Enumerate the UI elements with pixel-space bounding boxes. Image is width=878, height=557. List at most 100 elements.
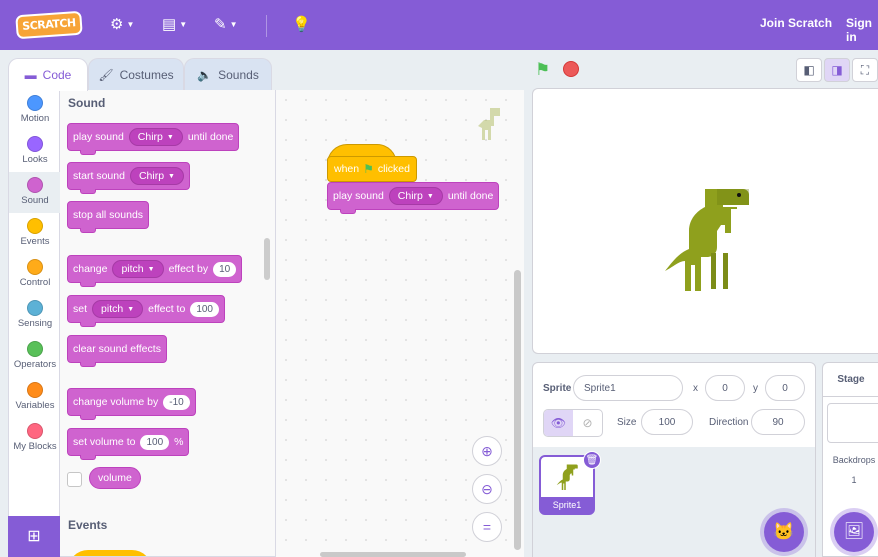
zoom-reset-button[interactable]: = (472, 512, 502, 542)
stage[interactable] (532, 88, 878, 354)
category-operators[interactable]: Operators (9, 336, 61, 377)
motion-dot-icon (27, 95, 43, 111)
hide-sprite-eye-icon[interactable]: ⊘ (573, 410, 602, 436)
looks-dot-icon (27, 136, 43, 152)
block-play-sound-until-done[interactable]: play sound Chirp ▼ until done (67, 123, 240, 155)
category-variables[interactable]: Variables (9, 377, 61, 418)
y-input[interactable]: 0 (765, 375, 805, 401)
effect-dropdown[interactable]: pitch ▼ (112, 260, 164, 278)
category-sensing[interactable]: Sensing (9, 295, 61, 336)
dinosaur-sprite[interactable] (665, 183, 755, 295)
block-text: change (73, 263, 108, 275)
stop-button[interactable] (563, 61, 579, 77)
category-events[interactable]: Events (9, 213, 61, 254)
sensing-dot-icon (27, 300, 43, 316)
sound-dropdown[interactable]: Chirp ▼ (129, 167, 184, 185)
direction-label: Direction (709, 417, 749, 428)
block-notch (80, 150, 96, 155)
menu-bar: SCRATCH ⚙ ▼ ▤ ▼ ✎ ▼ 💡 Join Scratch Sign in (0, 0, 878, 50)
delete-sprite-button[interactable]: 🗑 (583, 451, 601, 469)
category-looks[interactable]: Looks (9, 131, 61, 172)
direction-input[interactable]: 90 (751, 409, 805, 435)
extension-icon: ⊞ (27, 528, 41, 545)
script-area[interactable]: when ⚑ clicked play sound Chirp ▼ until d… (276, 90, 524, 557)
number-input[interactable]: 100 (190, 301, 219, 317)
tab-costumes[interactable]: 🖌 Costumes (88, 58, 184, 90)
category-control[interactable]: Control (9, 254, 61, 295)
block-set-effect-to[interactable]: set pitch ▼ effect to 100 (67, 295, 225, 327)
palette-scrollbar[interactable] (264, 238, 270, 280)
menu-divider (266, 15, 267, 37)
file-menu[interactable]: ▤ ▼ (162, 15, 187, 35)
backdrops-count: 1 (851, 475, 857, 485)
visibility-toggle: 👁 ⊘ (543, 409, 603, 437)
zoom-out-button[interactable]: ⊖ (472, 474, 502, 504)
block-start-sound[interactable]: start sound Chirp ▼ (67, 162, 190, 194)
join-scratch-link[interactable]: Join Scratch (760, 16, 832, 30)
edit-menu[interactable]: ✎ ▼ (214, 15, 238, 35)
number-input[interactable]: 100 (140, 434, 170, 450)
block-set-volume-to[interactable]: set volume to 100 % (67, 428, 190, 460)
sign-in-link[interactable]: Sign in (846, 16, 878, 44)
sprite-thumbnail[interactable]: 🗑 Sprite1 (539, 451, 601, 515)
script-when-flag-clicked[interactable]: when ⚑ clicked (327, 156, 417, 182)
tab-sounds[interactable]: 🔈 Sounds (184, 58, 272, 90)
choose-sprite-button[interactable]: 🐱 (764, 512, 804, 552)
trash-icon: 🗑 (585, 455, 599, 466)
effect-dropdown[interactable]: pitch ▼ (92, 300, 144, 318)
pencil-icon: ✎ (214, 16, 227, 33)
sound-dropdown[interactable]: Chirp ▼ (388, 187, 443, 205)
show-sprite-eye-icon[interactable]: 👁 (544, 410, 573, 436)
block-stop-all-sounds[interactable]: stop all sounds (67, 201, 150, 233)
script-vertical-scrollbar[interactable] (514, 270, 521, 550)
fullscreen-button[interactable]: ⛶ (852, 58, 878, 82)
tab-label: Sounds (218, 67, 259, 82)
stage-pane-title: Stage (823, 363, 878, 397)
code-icon: ▬ (24, 68, 37, 82)
block-palette: Sound play sound Chirp ▼ until done start… (60, 90, 276, 557)
zoom-in-button[interactable]: ⊕ (472, 436, 502, 466)
script-play-sound-until-done[interactable]: play sound Chirp ▼ until done (327, 182, 500, 214)
block-notch (80, 228, 96, 233)
number-input[interactable]: -10 (163, 394, 190, 410)
category-label: Control (19, 277, 51, 288)
green-flag-button[interactable]: ⚑ (535, 60, 550, 80)
block-change-volume-by[interactable]: change volume by -10 (67, 388, 196, 420)
add-extension-button[interactable]: ⊞ (8, 516, 60, 557)
block-text: stop all sounds (73, 209, 144, 221)
block-text: start sound (73, 170, 125, 182)
sound-dropdown[interactable]: Chirp ▼ (128, 128, 183, 146)
block-events-hat[interactable] (68, 550, 152, 556)
block-volume-reporter[interactable]: volume (89, 467, 141, 489)
settings-menu[interactable]: ⚙ ▼ (110, 15, 134, 35)
block-text: effect by (168, 263, 209, 275)
tutorials-button[interactable]: 💡 (292, 15, 311, 35)
dinosaur-thumbnail-icon (556, 464, 578, 490)
sprite-ghost-icon (478, 108, 500, 140)
speaker-icon: 🔈 (197, 67, 213, 82)
file-icon: ▤ (162, 16, 177, 33)
block-change-effect-by[interactable]: change pitch ▼ effect by 10 (67, 255, 243, 287)
stage-thumbnail[interactable] (827, 403, 878, 443)
chevron-down-icon: ▼ (179, 20, 188, 29)
scratch-logo[interactable]: SCRATCH (15, 10, 83, 40)
block-clear-sound-effects[interactable]: clear sound effects (67, 335, 167, 367)
category-my-blocks[interactable]: My Blocks (9, 418, 61, 459)
volume-monitor-checkbox[interactable] (67, 472, 82, 487)
dropdown-value: Chirp (137, 131, 163, 143)
control-dot-icon (27, 259, 43, 275)
dropdown-value: Chirp (397, 190, 423, 202)
script-horizontal-scrollbar[interactable] (320, 552, 466, 557)
size-label: Size (617, 417, 637, 428)
x-input[interactable]: 0 (705, 375, 745, 401)
category-sound[interactable]: Sound (9, 172, 61, 213)
tab-code[interactable]: ▬ Code (8, 58, 88, 91)
chevron-down-icon: ▼ (426, 192, 434, 200)
category-motion[interactable]: Motion (9, 90, 61, 131)
number-input[interactable]: 10 (213, 261, 237, 277)
size-input[interactable]: 100 (641, 409, 693, 435)
choose-backdrop-button[interactable]: 🖼 (834, 512, 874, 552)
small-stage-button[interactable]: ◧ (796, 58, 822, 82)
normal-stage-button[interactable]: ◨ (824, 58, 850, 82)
sprite-name-input[interactable]: Sprite1 (573, 375, 683, 401)
